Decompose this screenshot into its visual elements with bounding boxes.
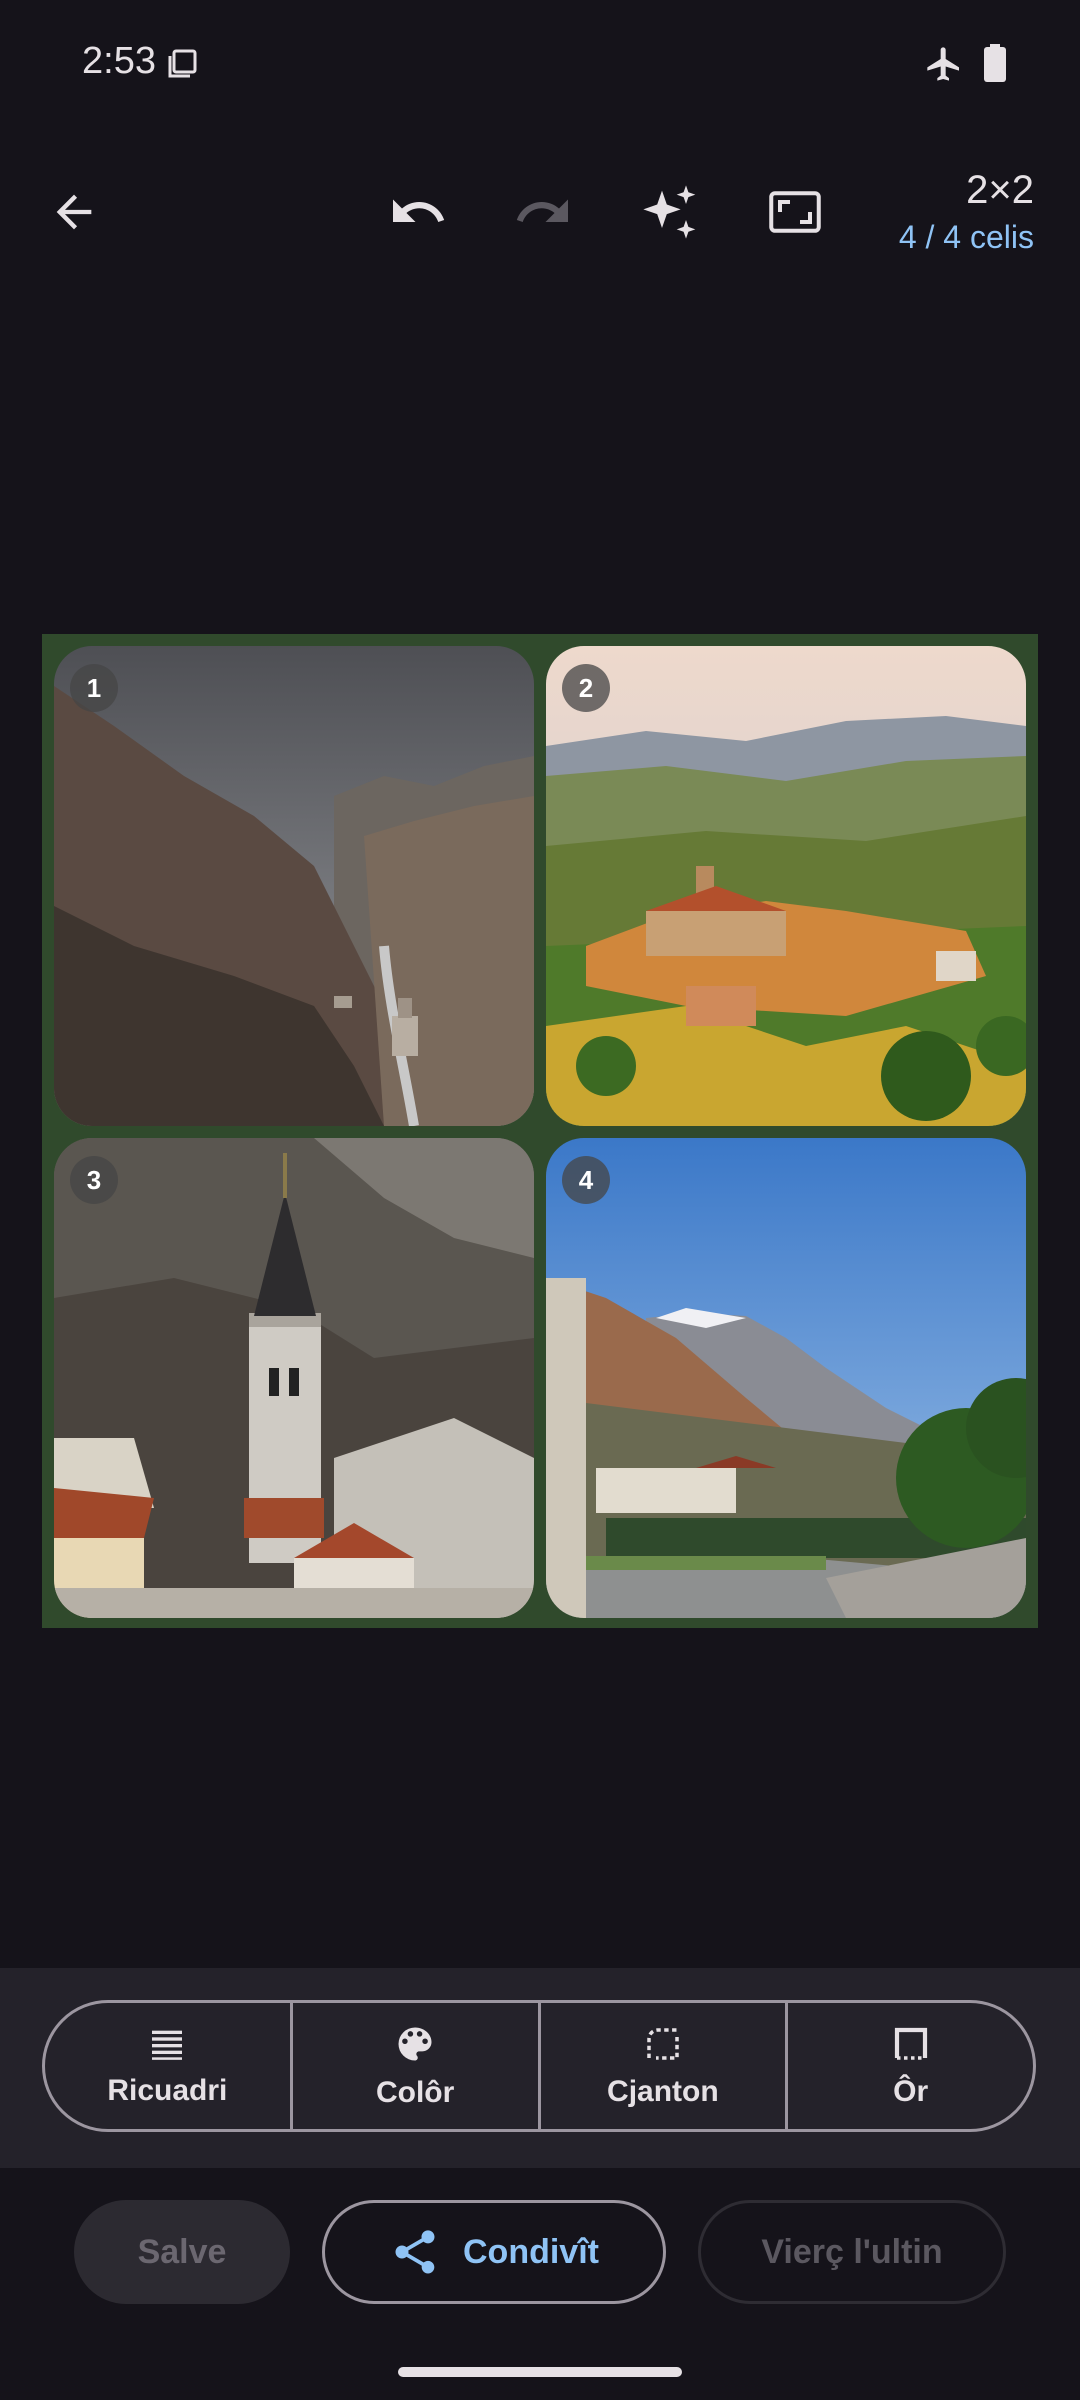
screen-capture-icon — [168, 49, 197, 78]
back-button[interactable] — [34, 172, 114, 252]
cell-number-badge: 3 — [70, 1156, 118, 1204]
share-icon — [395, 2230, 435, 2274]
status-bar: 2:53 — [0, 0, 1080, 130]
tool-or-button[interactable]: Ôr — [788, 2003, 1033, 2129]
lines-icon — [152, 2030, 183, 2060]
sparkle-icon — [643, 185, 696, 239]
undo-button[interactable] — [378, 172, 458, 252]
redo-icon — [516, 199, 568, 222]
collage-cell-3[interactable]: 3 — [54, 1138, 534, 1618]
border-icon — [894, 2027, 927, 2060]
tool-cjanton-button[interactable]: Cjanton — [541, 2003, 789, 2129]
cell-image-2 — [546, 646, 1026, 1126]
cell-number-badge: 1 — [70, 664, 118, 712]
cell-image-3 — [54, 1138, 534, 1618]
redo-button[interactable] — [503, 172, 583, 252]
collage-canvas: 1 2 3 4 — [42, 634, 1038, 1628]
home-indicator[interactable] — [398, 2367, 682, 2377]
tools-segmented-group: Ricuadri Colôr Cjanton Ôr — [42, 2000, 1036, 2132]
share-button[interactable]: Condivît — [322, 2200, 666, 2304]
cells-count-label: 4 / 4 celis — [898, 219, 1034, 255]
aspect-ratio-button[interactable] — [755, 172, 835, 252]
save-button[interactable]: Salve — [74, 2200, 290, 2304]
cell-image-1 — [54, 646, 534, 1126]
cell-image-4 — [546, 1138, 1026, 1618]
cell-number-badge: 2 — [562, 664, 610, 712]
aspect-ratio-icon — [769, 191, 821, 233]
airplane-icon — [927, 47, 959, 81]
tool-label: Ôr — [893, 2075, 929, 2108]
tool-label: Ricuadri — [107, 2074, 228, 2107]
grid-size-info[interactable]: 2×2 4 / 4 celis — [899, 168, 1034, 256]
tool-label: Cjanton — [607, 2075, 719, 2108]
open-last-button[interactable]: Vierç l'ultin — [698, 2200, 1006, 2304]
tool-ricuadri-button[interactable]: Ricuadri — [45, 2003, 293, 2129]
collage-cell-2[interactable]: 2 — [546, 646, 1026, 1126]
magic-button[interactable] — [630, 172, 710, 252]
collage-cell-4[interactable]: 4 — [546, 1138, 1026, 1618]
cell-number-badge: 4 — [562, 1156, 610, 1204]
tool-label: Colôr — [375, 2076, 455, 2109]
corner-icon — [647, 2028, 679, 2060]
share-label: Condivît — [463, 2232, 599, 2271]
tool-color-button[interactable]: Colôr — [293, 2003, 541, 2129]
grid-size-label: 2×2 — [966, 168, 1034, 212]
battery-icon — [984, 44, 1006, 82]
collage-cell-1[interactable]: 1 — [54, 646, 534, 1126]
back-arrow-icon — [56, 194, 92, 230]
status-time: 2:53 — [82, 40, 156, 82]
palette-icon — [398, 2027, 432, 2061]
undo-icon — [393, 199, 445, 222]
